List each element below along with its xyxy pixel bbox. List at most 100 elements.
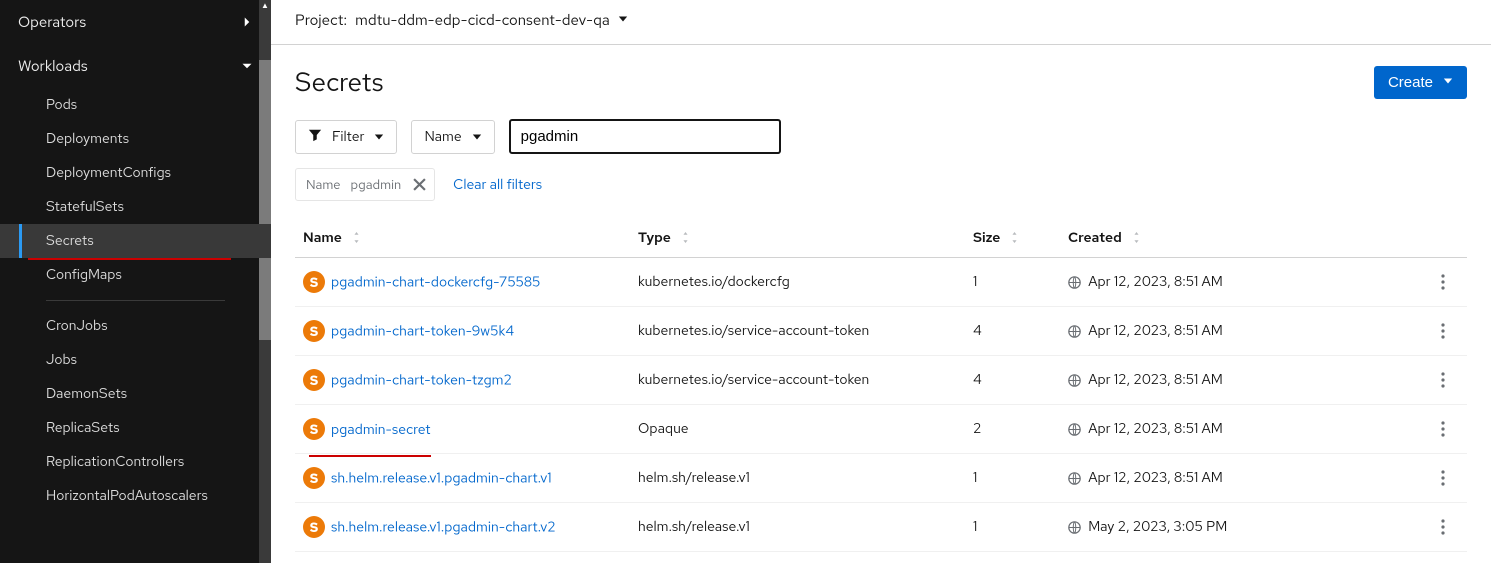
chevron-down-icon: [241, 58, 253, 74]
secret-link[interactable]: pgadmin-chart-dockercfg-75585: [331, 274, 540, 292]
resource-badge-secret: S: [303, 516, 325, 538]
sidebar-item-replicationcontrollers[interactable]: ReplicationControllers: [0, 445, 271, 479]
cell-type: helm.sh/release.v1: [630, 454, 965, 503]
globe-icon: [1068, 472, 1081, 485]
filter-chip-row: Name pgadmin Clear all filters: [295, 168, 1467, 201]
sort-icon: [680, 232, 691, 246]
caret-down-icon: [618, 14, 628, 27]
cell-size: 1: [965, 503, 1060, 552]
cell-type: kubernetes.io/dockercfg: [630, 258, 965, 307]
cell-size: 1: [965, 454, 1060, 503]
sidebar-item-secrets[interactable]: Secrets: [0, 224, 271, 258]
project-prefix: Project:: [295, 10, 347, 30]
secret-link[interactable]: sh.helm.release.v1.pgadmin-chart.v2: [331, 519, 556, 537]
cell-type: kubernetes.io/service-account-token: [630, 307, 965, 356]
sidebar-item-configmaps[interactable]: ConfigMaps: [0, 258, 271, 292]
sidebar-item-deploymentconfigs[interactable]: DeploymentConfigs: [0, 156, 271, 190]
sidebar-item-daemonsets[interactable]: DaemonSets: [0, 377, 271, 411]
search-type-button[interactable]: Name: [411, 120, 494, 154]
sidebar-item-cronjobs[interactable]: CronJobs: [0, 309, 271, 343]
col-created-header[interactable]: Created: [1060, 219, 1419, 258]
secrets-table: Name Type Size Created: [295, 219, 1467, 552]
cell-created: Apr 12, 2023, 8:51 AM: [1060, 307, 1419, 356]
sidebar-item-deployments[interactable]: Deployments: [0, 122, 271, 156]
sort-icon: [351, 232, 362, 246]
nav-section-workloads[interactable]: Workloads: [0, 44, 271, 88]
table-row: Spgadmin-chart-token-9w5k4 kubernetes.io/…: [295, 307, 1467, 356]
secret-link[interactable]: pgadmin-chart-token-tzgm2: [331, 372, 512, 390]
col-size-header[interactable]: Size: [965, 219, 1060, 258]
table-row: Spgadmin-chart-token-tzgm2 kubernetes.io/…: [295, 356, 1467, 405]
resource-badge-secret: S: [303, 418, 325, 440]
resource-badge-secret: S: [303, 271, 325, 293]
kebab-menu-icon[interactable]: [1427, 317, 1459, 346]
sidebar-item-statefulsets[interactable]: StatefulSets: [0, 190, 271, 224]
cell-type: Opaque: [630, 405, 965, 454]
nav-section-operators[interactable]: Operators: [0, 0, 271, 44]
col-type-header[interactable]: Type: [630, 219, 965, 258]
globe-icon: [1068, 325, 1081, 338]
cell-size: 4: [965, 307, 1060, 356]
nav-section-label: Operators: [18, 12, 86, 32]
globe-icon: [1068, 374, 1081, 387]
sidebar-item-jobs[interactable]: Jobs: [0, 343, 271, 377]
caret-down-icon: [472, 128, 482, 146]
create-button[interactable]: Create: [1374, 66, 1467, 99]
col-name-header[interactable]: Name: [295, 219, 630, 258]
scroll-up-icon[interactable]: ▲: [259, 0, 271, 12]
sidebar: ▲ Operators Workloads Pods Deployments D…: [0, 0, 271, 563]
sidebar-item-hpa[interactable]: HorizontalPodAutoscalers: [0, 479, 271, 513]
cell-created: Apr 12, 2023, 8:51 AM: [1060, 258, 1419, 307]
caret-down-icon: [1443, 76, 1453, 88]
cell-created: Apr 12, 2023, 8:51 AM: [1060, 405, 1419, 454]
cell-created: Apr 12, 2023, 8:51 AM: [1060, 454, 1419, 503]
main-content: Project: mdtu-ddm-edp-cicd-consent-dev-q…: [271, 0, 1491, 563]
globe-icon: [1068, 423, 1081, 436]
secret-link[interactable]: sh.helm.release.v1.pgadmin-chart.v1: [331, 470, 552, 488]
cell-created: May 2, 2023, 3:05 PM: [1060, 503, 1419, 552]
nav-section-label: Workloads: [18, 56, 88, 76]
resource-badge-secret: S: [303, 320, 325, 342]
chevron-right-icon: [241, 14, 253, 30]
kebab-menu-icon[interactable]: [1427, 415, 1459, 444]
toolbar: Filter Name: [295, 119, 1467, 154]
caret-down-icon: [374, 128, 384, 146]
close-icon[interactable]: [405, 176, 434, 193]
kebab-menu-icon[interactable]: [1427, 268, 1459, 297]
cell-size: 1: [965, 258, 1060, 307]
filter-button[interactable]: Filter: [295, 120, 397, 154]
clear-filters-link[interactable]: Clear all filters: [453, 176, 542, 194]
sidebar-item-replicasets[interactable]: ReplicaSets: [0, 411, 271, 445]
filter-chip: Name pgadmin: [295, 168, 435, 201]
filter-label: Filter: [332, 128, 364, 146]
sort-icon: [1009, 232, 1020, 246]
chip-label: Name: [296, 169, 351, 200]
search-input[interactable]: [509, 119, 781, 154]
kebab-menu-icon[interactable]: [1427, 464, 1459, 493]
project-selector[interactable]: Project: mdtu-ddm-edp-cicd-consent-dev-q…: [271, 0, 1491, 45]
nav-divider: [46, 300, 225, 301]
create-label: Create: [1388, 74, 1433, 91]
globe-icon: [1068, 521, 1081, 534]
table-row: Ssh.helm.release.v1.pgadmin-chart.v1 helm…: [295, 454, 1467, 503]
project-name: mdtu-ddm-edp-cicd-consent-dev-qa: [355, 10, 610, 30]
resource-badge-secret: S: [303, 369, 325, 391]
cell-type: kubernetes.io/service-account-token: [630, 356, 965, 405]
globe-icon: [1068, 276, 1081, 289]
secret-link[interactable]: pgadmin-chart-token-9w5k4: [331, 323, 514, 341]
filter-icon: [308, 128, 322, 146]
table-row: Spgadmin-secret Opaque2 Apr 12, 2023, 8:5…: [295, 405, 1467, 454]
cell-size: 4: [965, 356, 1060, 405]
cell-size: 2: [965, 405, 1060, 454]
sidebar-item-pods[interactable]: Pods: [0, 88, 271, 122]
table-row: Spgadmin-chart-dockercfg-75585 kubernetes…: [295, 258, 1467, 307]
resource-badge-secret: S: [303, 467, 325, 489]
page-title: Secrets: [295, 65, 383, 99]
secret-link[interactable]: pgadmin-secret: [331, 421, 431, 439]
chip-value: pgadmin: [351, 169, 406, 200]
sort-icon: [1131, 232, 1142, 246]
search-type-label: Name: [424, 128, 461, 146]
kebab-menu-icon[interactable]: [1427, 513, 1459, 542]
table-row: Ssh.helm.release.v1.pgadmin-chart.v2helm…: [295, 503, 1467, 552]
kebab-menu-icon[interactable]: [1427, 366, 1459, 395]
